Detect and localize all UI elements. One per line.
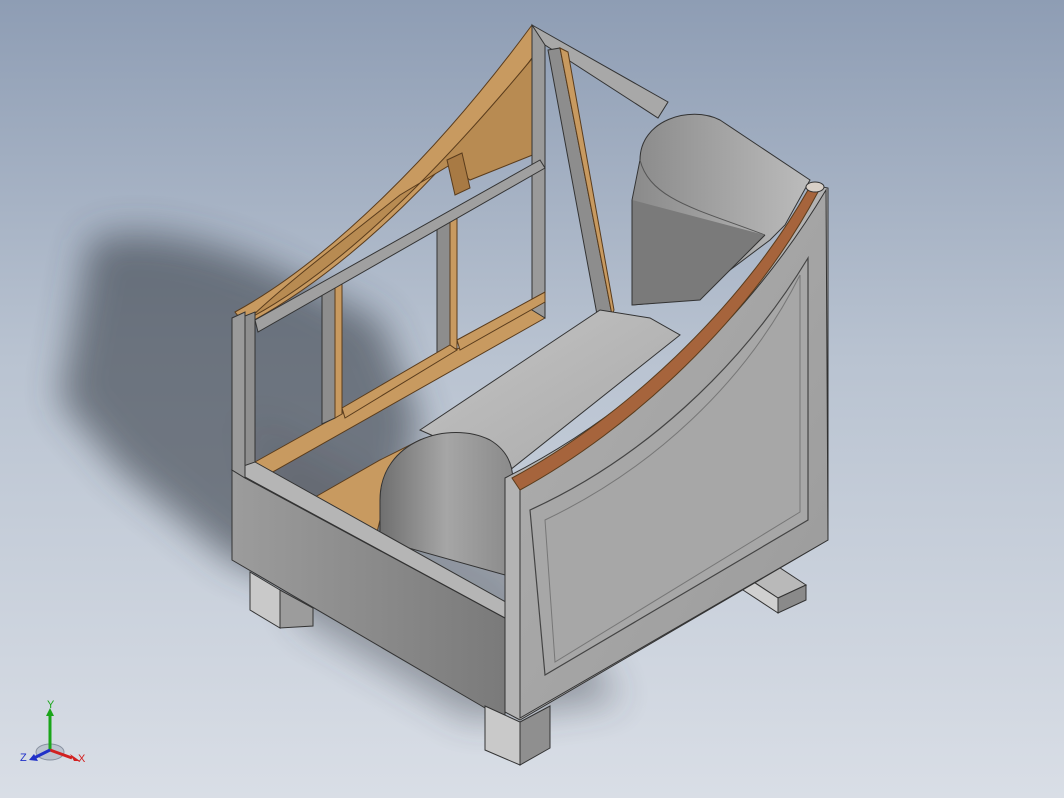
triad-z-label: Z [20,752,27,764]
armchair-model[interactable] [0,0,1064,798]
triad-x-label: X [78,753,86,765]
graphics-viewport[interactable]: Y X Z [0,0,1064,798]
axis-triad: Y X Z [20,700,86,765]
triad-y-label: Y [47,700,55,711]
